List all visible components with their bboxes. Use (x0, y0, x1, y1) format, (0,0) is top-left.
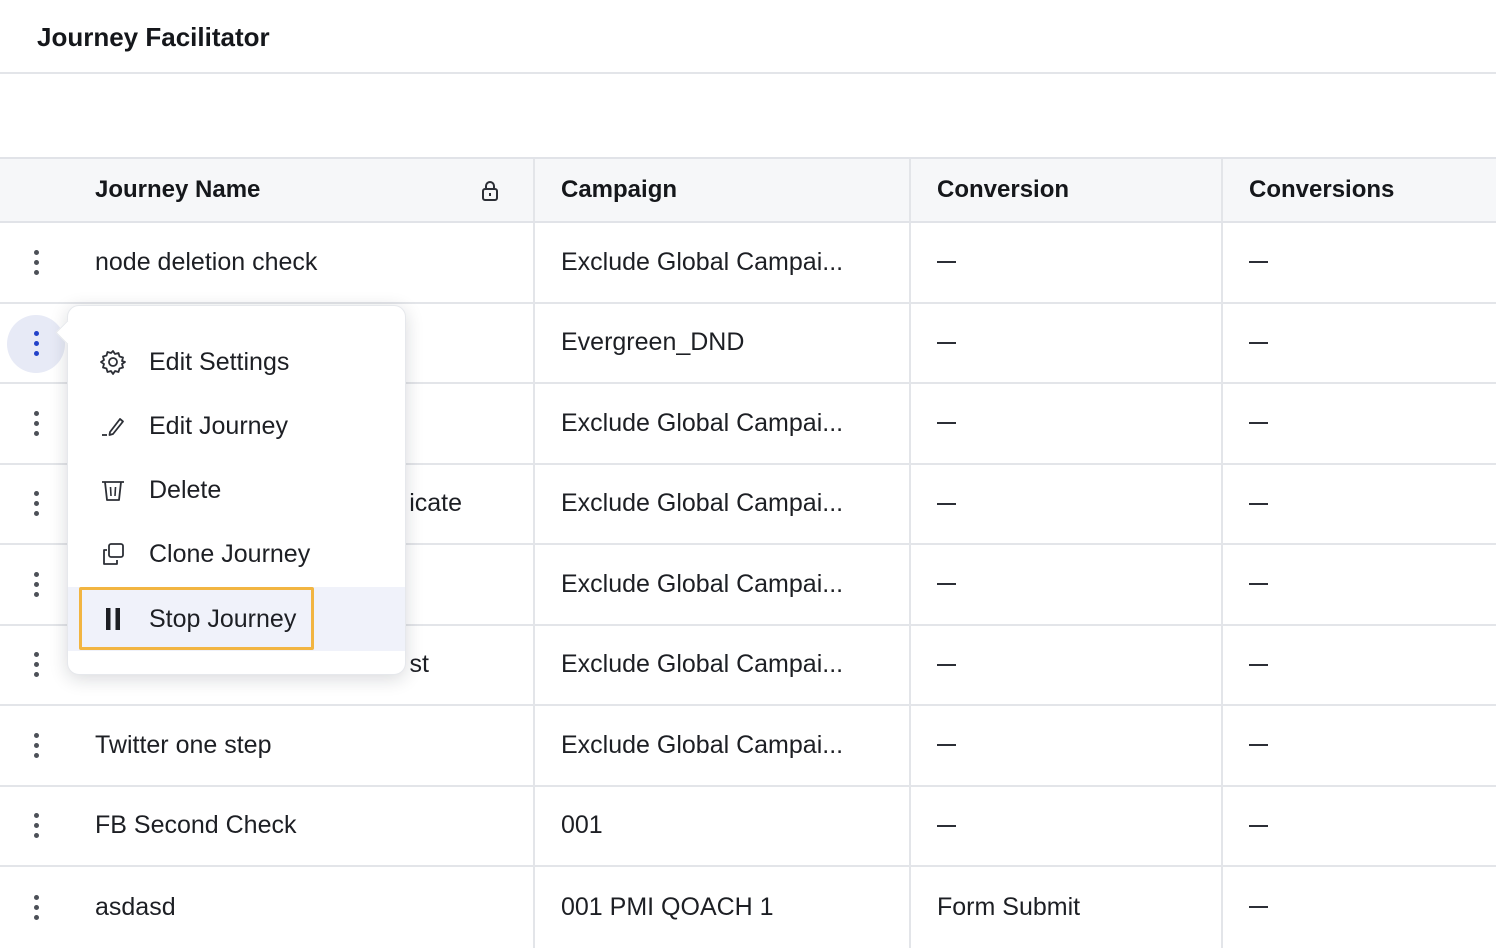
conversions-cell (1221, 384, 1496, 463)
menu-item-label: Edit Journey (149, 411, 288, 440)
row-actions-icon[interactable] (33, 732, 39, 758)
conversions-cell (1221, 464, 1496, 543)
empty-value-dash (1249, 906, 1268, 909)
journey-name[interactable]: node deletion check (95, 223, 532, 302)
journey-name[interactable]: Twitter one step (95, 706, 532, 785)
page-title: Journey Facilitator (37, 22, 270, 52)
empty-value-dash (1249, 583, 1268, 586)
conversions-cell (1221, 706, 1496, 785)
highlight-box (79, 587, 314, 650)
gear-icon (100, 350, 126, 375)
empty-value-dash (937, 663, 956, 666)
trash-icon (102, 481, 124, 501)
conversions-cell (1221, 625, 1496, 704)
empty-value-dash (1249, 422, 1268, 425)
row-actions-icon[interactable] (33, 652, 39, 678)
campaign-cell: 001 (533, 786, 909, 865)
campaign-cell: Exclude Global Campai... (533, 625, 909, 704)
clone-icon (103, 543, 124, 565)
row-actions-icon[interactable] (33, 249, 39, 275)
menu-item-clone-journey[interactable]: Clone Journey (68, 522, 405, 586)
row-actions-icon[interactable] (33, 410, 39, 436)
campaign-cell: Evergreen_DND (533, 303, 909, 382)
journey-name[interactable]: FB Second Check (95, 787, 532, 866)
top-bar: Journey Facilitator (0, 0, 1496, 74)
campaign-cell: Exclude Global Campai... (533, 545, 909, 624)
menu-item-label: Delete (149, 475, 222, 504)
conversion-cell (909, 786, 1221, 865)
conversion-cell (909, 545, 1221, 624)
empty-value-dash (1249, 744, 1268, 747)
table-header: Journey Name Campaign Conversion Convers… (0, 157, 1496, 223)
column-header-conversion[interactable]: Conversion (909, 159, 1221, 221)
row-actions-icon[interactable] (33, 813, 39, 839)
conversions-cell (1221, 786, 1496, 865)
table-row[interactable]: Twitter one step Exclude Global Campai..… (0, 706, 1496, 787)
conversions-cell (1221, 223, 1496, 302)
conversions-cell (1221, 303, 1496, 382)
pencil-icon (102, 418, 124, 436)
lock-icon (482, 181, 498, 201)
empty-value-dash (1249, 663, 1268, 666)
conversion-cell (909, 223, 1221, 302)
row-actions-icon[interactable] (33, 894, 39, 920)
campaign-cell: Exclude Global Campai... (533, 384, 909, 463)
menu-item-edit-journey[interactable]: Edit Journey (68, 394, 405, 458)
campaign-cell: Exclude Global Campai... (533, 223, 909, 302)
empty-value-dash (937, 261, 956, 264)
empty-value-dash (937, 341, 956, 344)
empty-value-dash (1249, 824, 1268, 827)
conversion-cell: Form Submit (909, 867, 1221, 948)
empty-value-dash (1249, 261, 1268, 264)
conversion-cell (909, 384, 1221, 463)
conversions-cell (1221, 545, 1496, 624)
column-header-journey-name[interactable]: Journey Name (95, 159, 532, 221)
conversion-cell (909, 464, 1221, 543)
campaign-cell: Exclude Global Campai... (533, 706, 909, 785)
conversion-cell (909, 706, 1221, 785)
conversions-cell (1221, 867, 1496, 948)
column-header-conversions[interactable]: Conversions (1221, 159, 1496, 221)
menu-item-edit-settings[interactable]: Edit Settings (68, 330, 405, 394)
column-header-campaign[interactable]: Campaign (533, 159, 909, 221)
row-actions-icon[interactable] (7, 314, 65, 373)
empty-value-dash (1249, 341, 1268, 344)
journey-name[interactable]: asdasd (95, 867, 532, 948)
row-actions-icon[interactable] (33, 571, 39, 597)
conversion-cell (909, 625, 1221, 704)
row-actions-icon[interactable] (33, 491, 39, 517)
empty-value-dash (937, 422, 956, 425)
table-row[interactable]: node deletion check Exclude Global Campa… (0, 223, 1496, 304)
table-row[interactable]: asdasd 001 PMI QOACH 1 Form Submit (0, 867, 1496, 948)
empty-value-dash (937, 824, 956, 827)
empty-value-dash (937, 502, 956, 505)
empty-value-dash (1249, 502, 1268, 505)
empty-value-dash (937, 583, 956, 586)
empty-value-dash (937, 744, 956, 747)
conversion-cell (909, 303, 1221, 382)
menu-item-delete[interactable]: Delete (68, 458, 405, 522)
table-row[interactable]: FB Second Check 001 (0, 786, 1496, 867)
campaign-cell: 001 PMI QOACH 1 (533, 867, 909, 948)
menu-item-label: Clone Journey (149, 539, 311, 568)
menu-item-label: Edit Settings (149, 347, 290, 376)
campaign-cell: Exclude Global Campai... (533, 464, 909, 543)
